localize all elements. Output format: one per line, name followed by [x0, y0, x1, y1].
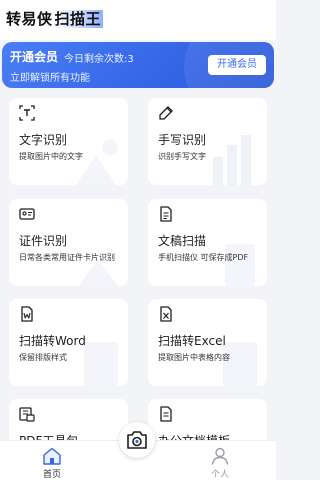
feature-desc: 提取图片中表格内容 [158, 353, 230, 362]
word-icon [21, 306, 33, 322]
feature-desc: 保留排版样式 [19, 353, 67, 362]
office-template-icon [160, 406, 172, 422]
id-card-icon [19, 208, 35, 220]
feature-card-document-scan[interactable]: 文稿扫描 手机扫描仪 可保存成PDF [148, 199, 267, 286]
feature-desc: 日常各类常用证件卡片识别 [19, 253, 115, 262]
text-recognition-icon [19, 105, 35, 121]
feature-desc: 手机扫描仪 可保存成PDF [158, 253, 249, 262]
handwriting-pen-icon [159, 106, 173, 120]
tab-home-label: 首页 [42, 470, 61, 480]
person-icon [211, 447, 229, 465]
home-icon [43, 447, 61, 465]
pdf-tools-icon [19, 407, 35, 422]
feature-card-scan-to-excel[interactable]: 扫描转Excel 提取图片中表格内容 [148, 299, 267, 386]
feature-title: 证件识别 [19, 234, 68, 248]
tab-personal-label: 个人 [210, 470, 229, 480]
excel-icon [160, 306, 172, 322]
open-membership-button[interactable]: 开通会员 [208, 55, 266, 75]
camera-icon [127, 431, 147, 449]
feature-desc: 识别手写文字 [158, 152, 206, 161]
feature-card-scan-to-word[interactable]: 扫描转Word 保留排版样式 [9, 299, 128, 386]
app-title: 转易侠 扫描王 [6, 8, 104, 29]
feature-card-text-recognition[interactable]: 文字识别 提取图片中的文字 [9, 98, 128, 185]
vip-title: 开通会员 [10, 50, 59, 64]
app-header: 转易侠 扫描王 [0, 0, 276, 40]
camera-scan-button[interactable] [119, 422, 155, 458]
feature-card-handwriting[interactable]: 手写识别 识别手写文字 [148, 98, 267, 185]
document-scan-icon [160, 206, 172, 222]
feature-title: 手写识别 [158, 133, 207, 147]
app-title-main: 转易侠 [6, 10, 53, 28]
tab-personal[interactable]: 个人 [190, 447, 250, 480]
vip-quota-text: 今日剩余次数:3 [64, 54, 134, 65]
feature-title: 扫描转Word [19, 334, 86, 348]
tab-home[interactable]: 首页 [22, 447, 82, 480]
feature-title: 文字识别 [19, 133, 68, 147]
feature-title: 文稿扫描 [158, 234, 207, 248]
app-title-highlight: 扫描王 [52, 10, 104, 28]
feature-card-id-recognition[interactable]: 证件识别 日常各类常用证件卡片识别 [9, 199, 128, 286]
card-background-art [213, 135, 251, 185]
feature-desc: 提取图片中的文字 [19, 152, 83, 161]
vip-banner[interactable]: 开通会员 今日剩余次数:3 立即解锁所有功能 开通会员 [2, 42, 274, 88]
feature-title: 扫描转Excel [158, 334, 226, 348]
vip-subtitle: 立即解锁所有功能 [10, 73, 90, 84]
